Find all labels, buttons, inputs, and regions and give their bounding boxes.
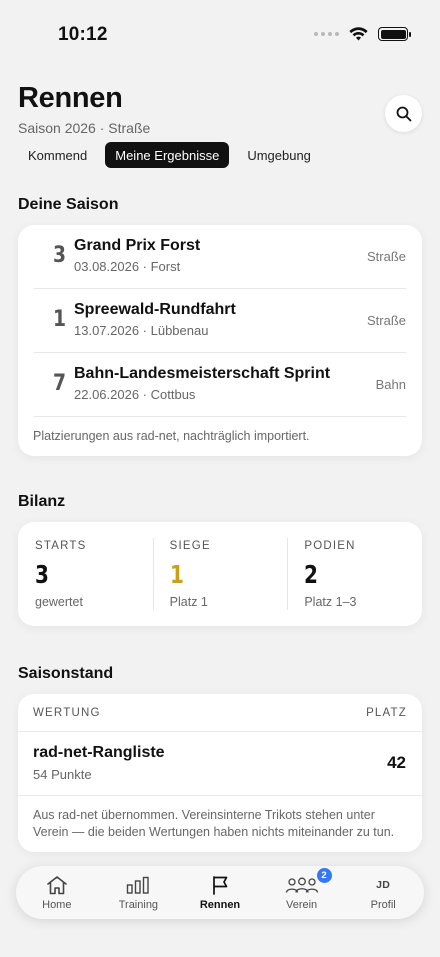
- tab-label: Verein: [285, 899, 318, 911]
- race-type: Straße: [366, 249, 406, 264]
- bar-chart-icon: [127, 876, 150, 894]
- column-header-wertung: WERTUNG: [33, 706, 101, 719]
- filter-tabs: Kommend Meine Ergebnisse Umgebung: [18, 142, 321, 168]
- notification-badge: 2: [316, 868, 332, 883]
- filter-tab-umgebung[interactable]: Umgebung: [237, 142, 321, 168]
- race-name: Bahn-Landesmeisterschaft Sprint: [74, 365, 331, 382]
- season-results-card: 3 Grand Prix Forst 03.08.2026 · Forst St…: [18, 225, 422, 456]
- status-time: 10:12: [58, 24, 108, 45]
- stat-starts: STARTS 3 gewertet: [18, 522, 153, 626]
- section-title-standing: Saisonstand: [18, 665, 114, 682]
- stat-label: STARTS: [35, 540, 87, 552]
- stat-podien: PODIEN 2 Platz 1–3: [287, 522, 422, 626]
- standing-place: 42: [387, 753, 406, 772]
- standing-name: rad-net-Rangliste: [33, 744, 165, 761]
- stat-sub: gewertet: [35, 595, 83, 609]
- stat-value: 2: [304, 560, 319, 589]
- section-title-season: Deine Saison: [18, 196, 119, 213]
- stat-value: 1: [169, 560, 184, 589]
- standing-card: WERTUNG PLATZ rad-net-Rangliste 54 Punkt…: [18, 694, 422, 852]
- page-title: Rennen: [18, 82, 123, 114]
- tab-verein[interactable]: 2 Verein: [261, 866, 343, 919]
- signal-icon: [314, 32, 339, 36]
- race-rank: 3: [53, 243, 67, 268]
- standing-table-header: WERTUNG PLATZ: [18, 694, 422, 732]
- season-footnote: Platzierungen aus rad-net, nachträglich …: [33, 429, 310, 443]
- tab-label: Profil: [370, 899, 396, 911]
- flag-icon: [213, 876, 228, 895]
- race-result-row[interactable]: 1 Spreewald-Rundfahrt 13.07.2026 · Lübbe…: [34, 289, 406, 353]
- race-name: Grand Prix Forst: [74, 237, 201, 254]
- battery-icon: [378, 27, 411, 41]
- standing-points: 54 Punkte: [33, 767, 92, 782]
- bilanz-card: STARTS 3 gewertet SIEGE 1 Platz 1 PODIEN…: [18, 522, 422, 626]
- status-icons: [314, 27, 411, 41]
- race-result-row[interactable]: 7 Bahn-Landesmeisterschaft Sprint 22.06.…: [34, 353, 406, 417]
- search-icon: [396, 106, 411, 121]
- column-header-platz: PLATZ: [366, 706, 407, 719]
- stat-sub: Platz 1–3: [304, 595, 357, 609]
- stat-sub: Platz 1: [169, 595, 208, 609]
- tab-rennen[interactable]: Rennen: [179, 866, 261, 919]
- race-rank: 1: [53, 307, 67, 332]
- tab-label: Home: [42, 899, 72, 911]
- tab-training[interactable]: Training: [98, 866, 180, 919]
- page-subtitle: Saison 2026 · Straße: [18, 120, 151, 136]
- race-name: Spreewald-Rundfahrt: [74, 301, 236, 318]
- filter-tab-kommend[interactable]: Kommend: [18, 142, 97, 168]
- tab-profil[interactable]: JD Profil: [342, 866, 424, 919]
- race-result-row[interactable]: 3 Grand Prix Forst 03.08.2026 · Forst St…: [34, 225, 406, 289]
- status-bar: 10:12: [0, 0, 440, 70]
- tab-home[interactable]: Home: [16, 866, 98, 919]
- wifi-icon: [349, 27, 368, 41]
- race-rank: 7: [53, 371, 67, 396]
- stat-value: 3: [35, 560, 49, 589]
- avatar: JD: [376, 879, 391, 891]
- race-meta: 13.07.2026 · Lübbenau: [74, 323, 209, 338]
- stat-siege: SIEGE 1 Platz 1: [152, 522, 288, 626]
- race-meta: 03.08.2026 · Forst: [74, 259, 181, 274]
- people-icon: [285, 877, 318, 893]
- standing-footnote: Aus rad-net übernommen. Vereinsinterne T…: [33, 808, 395, 839]
- race-type: Straße: [366, 313, 406, 328]
- standing-row[interactable]: rad-net-Rangliste 54 Punkte 42: [18, 732, 422, 796]
- race-type: Bahn: [375, 377, 406, 392]
- stat-label: SIEGE: [169, 540, 211, 552]
- stat-label: PODIEN: [304, 540, 356, 552]
- tab-bar: Home Training Rennen 2 Verein JD Profil: [16, 866, 424, 919]
- section-title-bilanz: Bilanz: [18, 493, 66, 510]
- tab-label: Training: [118, 899, 159, 911]
- filter-tab-meine-ergebnisse[interactable]: Meine Ergebnisse: [105, 142, 230, 168]
- tab-label: Rennen: [199, 899, 241, 911]
- search-button[interactable]: [385, 95, 422, 132]
- home-icon: [46, 876, 67, 895]
- race-meta: 22.06.2026 · Cottbus: [74, 387, 196, 402]
